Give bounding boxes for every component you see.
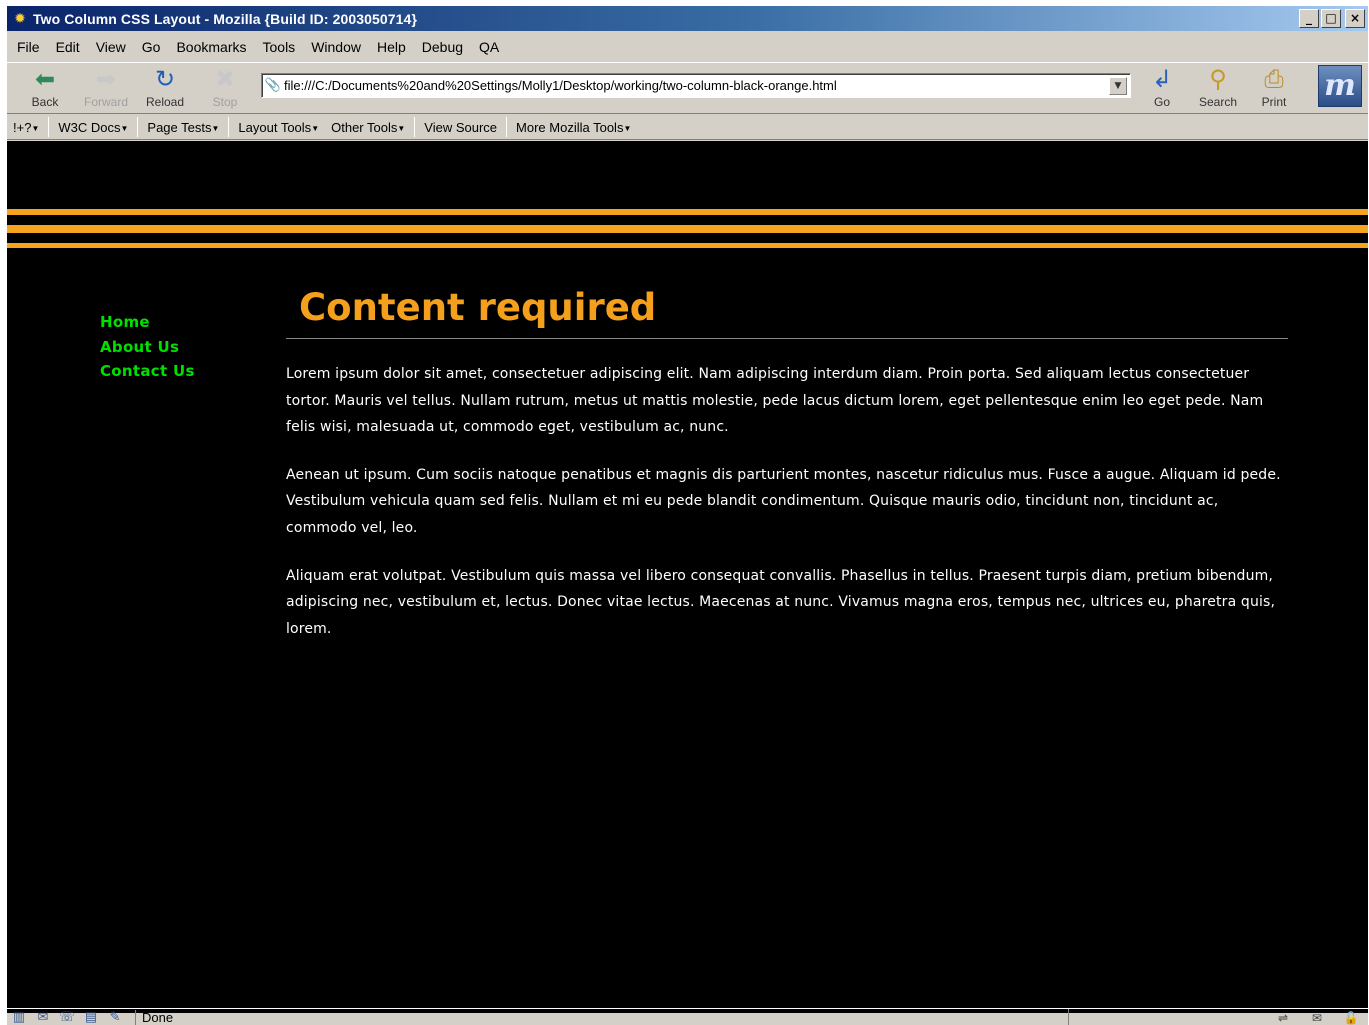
- online-status-icon[interactable]: ⇌: [1266, 1011, 1300, 1025]
- mozilla-logo-icon[interactable]: m: [1318, 65, 1362, 107]
- menu-bar: File Edit View Go Bookmarks Tools Window…: [7, 33, 1368, 61]
- menu-edit[interactable]: Edit: [56, 39, 80, 55]
- go-icon: ↲: [1151, 66, 1173, 93]
- search-label: Search: [1198, 95, 1238, 109]
- menu-go[interactable]: Go: [142, 39, 161, 55]
- heading-divider: [286, 338, 1288, 339]
- forward-arrow-icon: ➡: [95, 66, 117, 93]
- composer-icon[interactable]: ▤: [79, 1009, 103, 1025]
- print-button[interactable]: ⎙ Print: [1246, 65, 1302, 111]
- page-tests-label: Page Tests: [147, 119, 212, 135]
- forward-label: Forward: [83, 95, 128, 109]
- toolbar-separator: [506, 117, 508, 137]
- more-mozilla-tools-label: More Mozilla Tools: [516, 119, 624, 135]
- address-book-icon[interactable]: ✎: [103, 1009, 127, 1025]
- title-bar[interactable]: ✹ Two Column CSS Layout - Mozilla {Build…: [7, 6, 1368, 31]
- chat-icon[interactable]: ☏: [55, 1009, 79, 1025]
- navigation-toolbar: ⬅ Back ➡ Forward ↻ Reload ✖ Stop 📎 ▼ ↲ G…: [7, 62, 1368, 114]
- toolbar-w3c-docs[interactable]: W3C Docs▼: [52, 120, 134, 135]
- mozilla-component-icon[interactable]: ▥: [7, 1009, 31, 1025]
- other-tools-label: Other Tools: [331, 119, 398, 135]
- toolbar-separator: [414, 117, 416, 137]
- browser-window: ✹ Two Column CSS Layout - Mozilla {Build…: [7, 6, 1368, 1025]
- dropdown-arrow-icon: ▼: [120, 123, 129, 133]
- back-button[interactable]: ⬅ Back: [17, 65, 73, 111]
- search-button[interactable]: ⚲ Search: [1190, 65, 1246, 111]
- main-content: Content required Lorem ipsum dolor sit a…: [286, 286, 1288, 663]
- w3c-docs-label: W3C Docs: [58, 119, 121, 135]
- reload-button[interactable]: ↻ Reload: [137, 65, 193, 111]
- status-text: Done: [135, 1009, 173, 1025]
- go-label: Go: [1153, 95, 1170, 109]
- toolbar-more-mozilla-tools[interactable]: More Mozilla Tools▼: [510, 120, 637, 135]
- url-dropdown-button[interactable]: ▼: [1109, 76, 1127, 95]
- menu-view[interactable]: View: [96, 39, 126, 55]
- toolbar-view-source[interactable]: View Source: [418, 120, 503, 135]
- toolbar-other-tools[interactable]: Other Tools▼: [325, 120, 411, 135]
- menu-debug[interactable]: Debug: [422, 39, 463, 55]
- menu-tools[interactable]: Tools: [263, 39, 296, 55]
- back-arrow-icon: ⬅: [34, 66, 56, 93]
- toolbar-separator: [137, 117, 139, 137]
- layout-tools-label: Layout Tools: [238, 119, 312, 135]
- toolbar-page-tests[interactable]: Page Tests▼: [141, 120, 225, 135]
- menu-qa[interactable]: QA: [479, 39, 499, 55]
- header-stripe: [7, 243, 1368, 248]
- search-icon: ⚲: [1209, 66, 1227, 93]
- dropdown-arrow-icon: ▼: [211, 123, 220, 133]
- toolbar-help-menu[interactable]: !+?▼: [7, 120, 45, 135]
- header-stripe: [7, 209, 1368, 215]
- window-title: Two Column CSS Layout - Mozilla {Build I…: [33, 10, 417, 27]
- stop-button[interactable]: ✖ Stop: [197, 65, 253, 111]
- cookie-icon[interactable]: ✉: [1300, 1011, 1334, 1025]
- toolbar-separator: [48, 117, 50, 137]
- url-input[interactable]: [284, 78, 1109, 93]
- menu-file[interactable]: File: [17, 39, 40, 55]
- content-paragraph: Aenean ut ipsum. Cum sociis natoque pena…: [286, 466, 1281, 536]
- header-stripe: [7, 225, 1368, 233]
- menu-window[interactable]: Window: [311, 39, 361, 55]
- dropdown-arrow-icon: ▼: [623, 123, 632, 133]
- mail-icon[interactable]: ✉: [31, 1009, 55, 1025]
- content-paragraph: Aliquam erat volutpat. Vestibulum quis m…: [286, 567, 1276, 637]
- bookmark-pin-icon[interactable]: 📎: [262, 78, 284, 93]
- print-icon: ⎙: [1264, 66, 1284, 93]
- nav-link-about-us[interactable]: About Us: [100, 338, 195, 363]
- print-label: Print: [1261, 95, 1287, 109]
- close-button[interactable]: ×: [1345, 9, 1365, 28]
- url-bar[interactable]: 📎 ▼: [261, 73, 1131, 98]
- toolbar-separator: [228, 117, 230, 137]
- toolbar-help-label: !+?: [13, 119, 32, 135]
- content-paragraph: Lorem ipsum dolor sit amet, consectetuer…: [286, 366, 1264, 436]
- go-button[interactable]: ↲ Go: [1134, 65, 1190, 111]
- forward-button[interactable]: ➡ Forward: [78, 65, 134, 111]
- toolbar-layout-tools[interactable]: Layout Tools▼: [232, 120, 325, 135]
- menu-help[interactable]: Help: [377, 39, 406, 55]
- mozilla-app-icon: ✹: [14, 10, 26, 27]
- page-heading: Content required: [299, 286, 657, 329]
- dropdown-arrow-icon: ▼: [397, 123, 406, 133]
- window-controls: _ □ ×: [1299, 9, 1365, 28]
- maximize-button[interactable]: □: [1321, 9, 1341, 28]
- back-label: Back: [31, 95, 59, 109]
- reload-label: Reload: [145, 95, 185, 109]
- reload-icon: ↻: [154, 66, 176, 93]
- menu-bookmarks[interactable]: Bookmarks: [176, 39, 246, 55]
- stop-label: Stop: [212, 95, 238, 109]
- nav-link-home[interactable]: Home: [100, 313, 195, 338]
- status-bar: ▥ ✉ ☏ ▤ ✎ Done ⇌ ✉ 🔓: [7, 1008, 1368, 1025]
- status-indicators: ⇌ ✉ 🔓: [1068, 1009, 1368, 1025]
- dropdown-arrow-icon: ▼: [311, 123, 320, 133]
- page-viewport[interactable]: Home About Us Contact Us Content require…: [7, 141, 1368, 1013]
- side-navigation: Home About Us Contact Us: [100, 313, 195, 387]
- dropdown-arrow-icon: ▼: [31, 123, 40, 133]
- stop-icon: ✖: [214, 66, 236, 93]
- security-lock-icon[interactable]: 🔓: [1334, 1011, 1368, 1025]
- personal-toolbar: !+?▼ W3C Docs▼ Page Tests▼ Layout Tools▼…: [7, 115, 1368, 140]
- minimize-button[interactable]: _: [1299, 9, 1319, 28]
- nav-link-contact-us[interactable]: Contact Us: [100, 362, 195, 387]
